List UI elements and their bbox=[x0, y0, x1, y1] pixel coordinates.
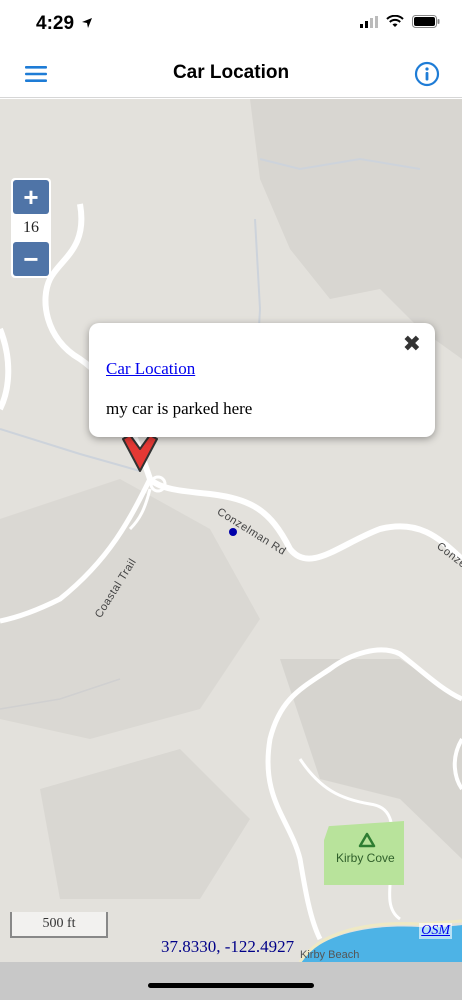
zoom-in-button[interactable]: + bbox=[13, 180, 49, 214]
zoom-out-button[interactable]: − bbox=[13, 242, 49, 276]
page-title: Car Location bbox=[172, 62, 290, 83]
zoom-control: + 16 − bbox=[11, 178, 51, 278]
popup-description: my car is parked here bbox=[106, 399, 253, 418]
campsite-icon bbox=[358, 832, 376, 848]
status-icons bbox=[360, 15, 440, 28]
navigation-bar: Car Location bbox=[0, 50, 462, 98]
map-pin-icon[interactable] bbox=[120, 435, 160, 475]
popup-title-link[interactable]: Car Location bbox=[106, 359, 195, 379]
location-arrow-icon bbox=[82, 18, 92, 28]
status-time: 4:29 bbox=[36, 13, 75, 34]
info-icon[interactable] bbox=[414, 61, 440, 87]
beach-label: Kirby Beach bbox=[300, 949, 360, 961]
wifi-icon bbox=[386, 15, 404, 27]
battery-icon bbox=[412, 15, 440, 28]
coordinates-readout: 37.8330, -122.4927 bbox=[161, 937, 295, 956]
park-label: Kirby Cove bbox=[336, 851, 395, 865]
close-icon[interactable]: ✖ bbox=[403, 331, 421, 357]
zoom-level: 16 bbox=[23, 219, 39, 236]
status-bar: 4:29 bbox=[0, 0, 462, 50]
home-indicator-area bbox=[0, 962, 462, 1000]
home-indicator[interactable] bbox=[148, 983, 314, 988]
current-location-dot bbox=[229, 528, 237, 536]
marker-popup: ✖ Car Location my car is parked here bbox=[89, 323, 435, 437]
attribution-link[interactable]: OSM bbox=[419, 923, 452, 939]
map-view[interactable]: + 16 − Conzelman Rd Conze Coastal Trail … bbox=[0, 99, 462, 962]
signal-icon bbox=[360, 15, 378, 28]
scale-bar: 500 ft bbox=[10, 912, 108, 938]
